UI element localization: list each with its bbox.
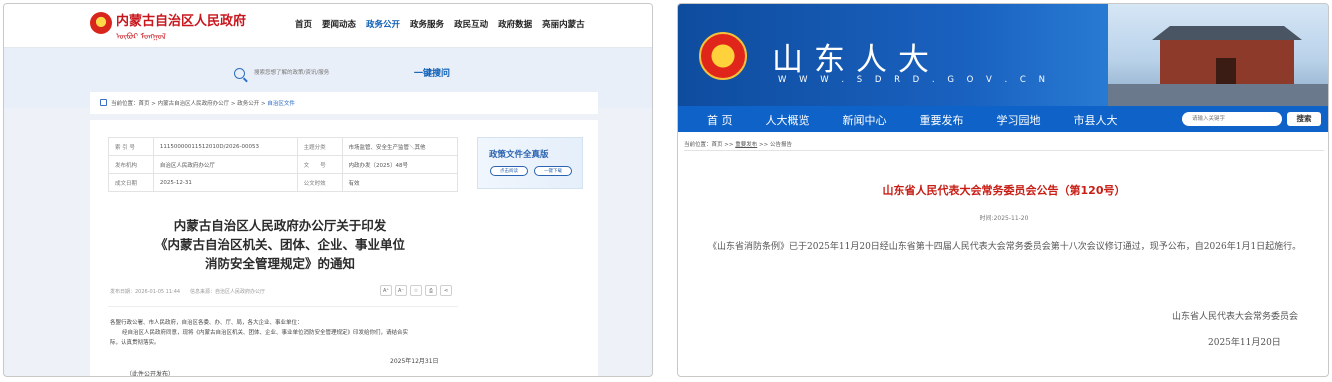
divider: [684, 150, 1324, 151]
nav-item-gov-data[interactable]: 政府数据: [498, 18, 532, 30]
national-emblem-icon: [90, 12, 112, 34]
meta-key: 主题分类: [296, 137, 343, 156]
favorite-button[interactable]: ☆: [410, 285, 422, 296]
download-button[interactable]: 一键下载: [534, 166, 572, 176]
publish-time: 时间:2025-11-20: [979, 215, 1029, 222]
public-release-note: （此件公开发布）: [126, 371, 175, 377]
meta-value: 自治区人民政府办公厅: [152, 155, 298, 174]
meta-key: 公文时效: [296, 173, 343, 192]
document-title-line: 消防安全管理规定》的通知: [204, 256, 355, 271]
announcement-body: 《山东省消防条例》已于2025年11月20日经山东省第十四届人民代表大会常务委员…: [708, 242, 1302, 252]
print-button[interactable]: ⎙: [425, 285, 437, 296]
nav-item-beautiful-inner-mongolia[interactable]: 亮丽内蒙古: [542, 18, 585, 30]
table-row: 发布机构 自治区人民政府办公厅 文 号 内政办发〔2025〕48号: [108, 155, 459, 174]
meta-key: 索 引 号: [108, 137, 154, 156]
table-row: 成文日期 2025-12-31 公文时效 有效: [108, 173, 459, 192]
main-nav: 首页 要闻动态 政务公开 政务服务 政民互动 政府数据 亮丽内蒙古: [295, 18, 585, 30]
nav-item-home[interactable]: 首页: [295, 18, 312, 30]
meta-value: 有效: [341, 173, 459, 192]
national-emblem-icon: [699, 32, 747, 80]
table-row: 索 引 号 11150000011512010D/2026-00053 主题分类…: [108, 137, 459, 156]
search-button[interactable]: 搜索: [1287, 112, 1321, 126]
nav-items: 首 页 人大概览 新闻中心 重要发布 学习园地 市县人大: [707, 112, 1151, 128]
breadcrumb-current[interactable]: 自治区文件: [267, 101, 295, 107]
body-paragraph: 经自治区人民政府同意，现将《内蒙古自治区机关、团体、企业、事业单位消防安全管理规…: [122, 330, 409, 336]
announcement-title: 山东省人民代表大会常务委员会公告（第120号）: [882, 184, 1126, 197]
search-input[interactable]: [254, 66, 404, 80]
nav-item-gov-affairs-open[interactable]: 政务公开: [366, 18, 400, 30]
nav-item-overview[interactable]: 人大概览: [766, 112, 810, 128]
signature-date: 2025年12月31日: [390, 358, 439, 365]
nav-item-home[interactable]: 首 页: [707, 112, 733, 128]
share-button[interactable]: ⋖: [440, 285, 452, 296]
meta-value: 内政办发〔2025〕48号: [341, 155, 459, 174]
site-subtitle-mongolian: ᠥᠪᠥᠷ ᠮᠣᠩᠭᠣᠯ: [116, 32, 166, 41]
nav-item-city-county[interactable]: 市县人大: [1074, 112, 1118, 128]
meta-key: 发布机构: [108, 155, 154, 174]
nav-item-interaction[interactable]: 政民互动: [454, 18, 488, 30]
document-title: 内蒙古自治区人民政府办公厅关于印发 《内蒙古自治区机关、团体、企业、事业单位 消…: [140, 216, 420, 273]
nav-item-gov-services[interactable]: 政务服务: [410, 18, 444, 30]
document-meta-table: 索 引 号 11150000011512010D/2026-00053 主题分类…: [108, 137, 459, 192]
document-title-line: 《内蒙古自治区机关、团体、企业、事业单位: [154, 237, 405, 252]
card-title: 政策文件全真版: [489, 150, 549, 160]
read-button[interactable]: 点击阅读: [490, 166, 528, 176]
full-text-policy-card[interactable]: 政策文件全真版 点击阅读 一键下载: [477, 137, 583, 189]
signature-organization: 山东省人民代表大会常务委员会: [1172, 312, 1299, 322]
building-door: [1216, 58, 1236, 84]
breadcrumb-prefix[interactable]: 当前位置：首页 >>: [684, 142, 735, 148]
meta-value: 11150000011512010D/2026-00053: [152, 137, 298, 156]
shandong-npc-page-panel: 山东人大 W W W . S D R D . G O V . C N 首 页 人…: [677, 3, 1329, 377]
font-increase-button[interactable]: A⁺: [380, 285, 392, 296]
publish-info: 发布日期：2026-01-05 11:44 信息来源：自治区人民政府办公厅: [110, 289, 266, 295]
breadcrumb: 当前位置：首页 >> 重要发布 >> 公告报告: [684, 140, 792, 148]
site-header: 内蒙古自治区人民政府 ᠥᠪᠥᠷ ᠮᠣᠩᠭᠣᠯ 首页 要闻动态 政务公开 政务服务…: [4, 4, 652, 48]
search-icon[interactable]: [234, 68, 245, 79]
nav-item-news[interactable]: 要闻动态: [322, 18, 356, 30]
site-title[interactable]: 内蒙古自治区人民政府: [116, 10, 246, 29]
meta-value: 市场监管、安全生产监管＼其他: [341, 137, 459, 156]
site-title[interactable]: 山东人大: [772, 34, 940, 79]
breadcrumb-current[interactable]: >> 公告报告: [757, 142, 792, 148]
building-roof: [1152, 26, 1302, 40]
nav-item-news-center[interactable]: 新闻中心: [843, 112, 887, 128]
body-paragraph: 际，认真贯彻落实。: [110, 340, 160, 346]
body-paragraph: 各盟行政公署、市人民政府，自治区各委、办、厅、局，各大企业、事业单位：: [110, 320, 303, 326]
nav-item-important-releases[interactable]: 重要发布: [920, 112, 964, 128]
meta-value: 2025-12-31: [152, 173, 298, 192]
search-input[interactable]: [1182, 112, 1282, 126]
meta-key: 文 号: [296, 155, 343, 174]
inner-mongolia-page-panel: 内蒙古自治区人民政府 ᠥᠪᠥᠷ ᠮᠣᠩᠭᠣᠯ 首页 要闻动态 政务公开 政务服务…: [3, 3, 653, 377]
search-button[interactable]: 一键搜问: [414, 66, 450, 79]
location-icon: [100, 99, 107, 106]
signature-date: 2025年11月20日: [1208, 338, 1281, 348]
divider: [108, 306, 458, 307]
font-decrease-button[interactable]: A⁻: [395, 285, 407, 296]
breadcrumb-path[interactable]: 当前位置：首页 > 内蒙古自治区人民政府办公厅 > 政务公开 >: [111, 101, 267, 107]
breadcrumb: 当前位置：首页 > 内蒙古自治区人民政府办公厅 > 政务公开 > 自治区文件: [111, 99, 295, 107]
document-body: 各盟行政公署、市人民政府，自治区各委、办、厅、局，各大企业、事业单位： 经自治区…: [110, 318, 460, 348]
building-ground: [1108, 84, 1328, 106]
site-url: W W W . S D R D . G O V . C N: [778, 75, 1050, 85]
document-title-line: 内蒙古自治区人民政府办公厅关于印发: [173, 218, 387, 233]
breadcrumb-link[interactable]: 重要发布: [735, 142, 757, 148]
nav-item-learning[interactable]: 学习园地: [997, 112, 1041, 128]
reading-tools: A⁺ A⁻ ☆ ⎙ ⋖: [380, 285, 452, 296]
meta-key: 成文日期: [108, 173, 154, 192]
